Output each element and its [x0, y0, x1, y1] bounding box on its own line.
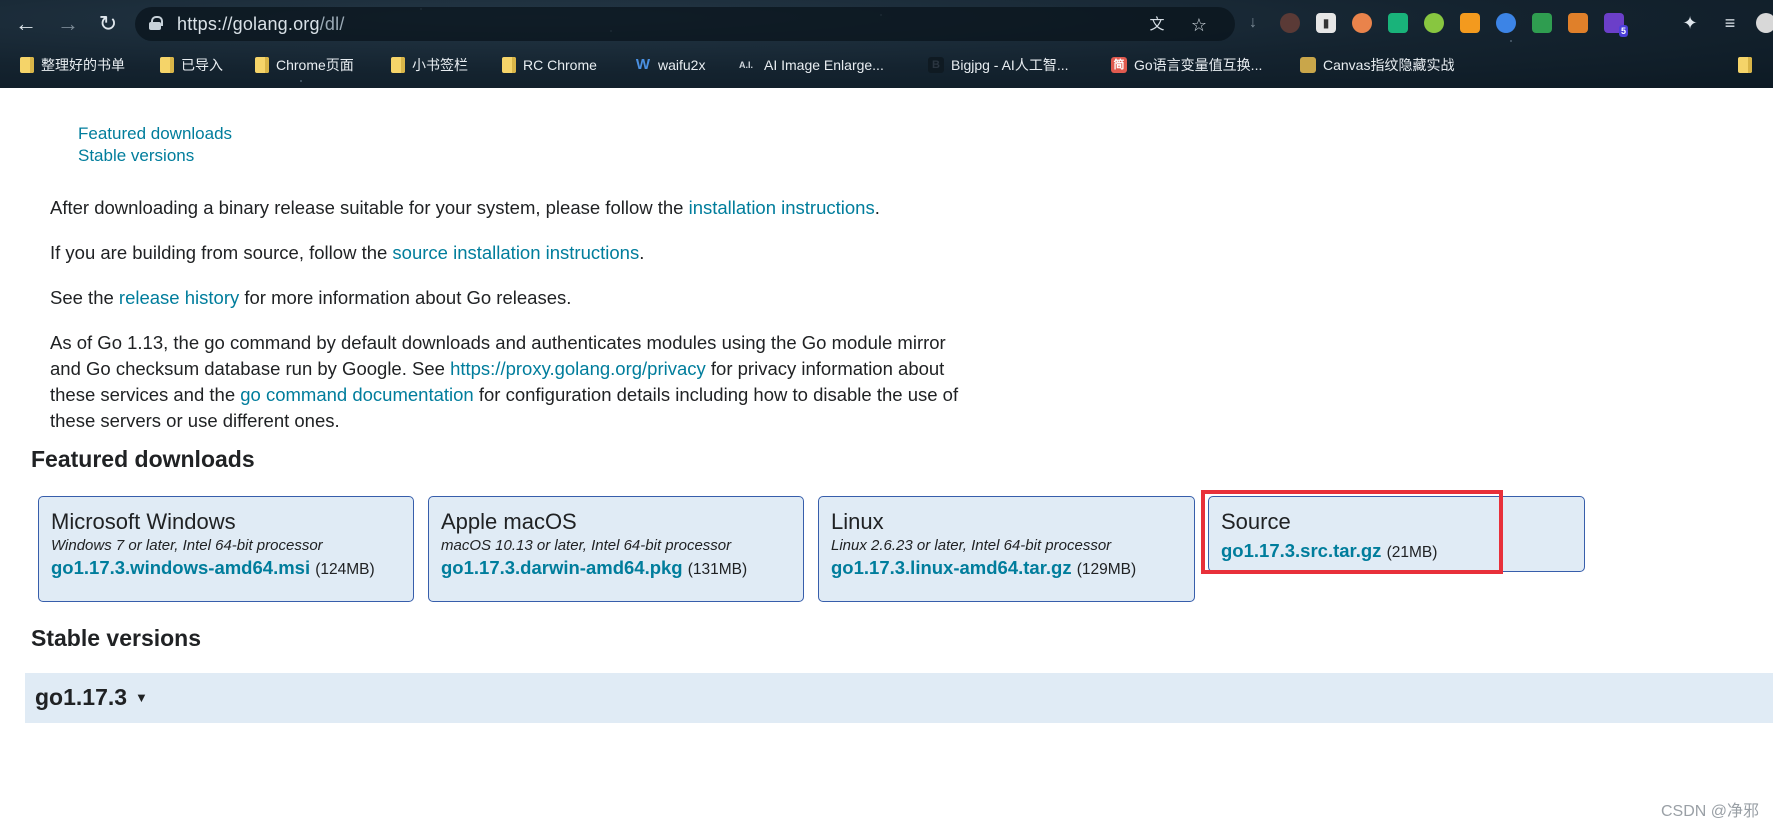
bookmark-item[interactable]: 小书签栏	[391, 54, 468, 76]
go-command-docs-link[interactable]: go command documentation	[240, 384, 473, 405]
bookmark-item[interactable]: Canvas指纹隐藏实战	[1300, 54, 1454, 76]
jianshu-icon: 简	[1111, 57, 1127, 73]
intro-paragraph-install: After downloading a binary release suita…	[50, 197, 880, 218]
tiger-extension-icon[interactable]	[1352, 13, 1372, 33]
extension-badge: 5	[1618, 25, 1628, 37]
file-size: (131MB)	[687, 561, 748, 578]
toc-featured-link[interactable]: Featured downloads	[78, 124, 232, 143]
file-size: (129MB)	[1076, 561, 1137, 578]
card-title: Linux	[831, 509, 884, 534]
card-title: Apple macOS	[441, 509, 577, 534]
rss-icon[interactable]	[1460, 13, 1480, 33]
back-icon[interactable]: ←	[12, 10, 40, 38]
bookmark-label: AI Image Enlarge...	[764, 57, 884, 73]
bookmark-item[interactable]: 简 Go语言变量值互换...	[1111, 54, 1262, 76]
background-star	[300, 80, 302, 82]
address-bar[interactable]: https://golang.org/dl/ 文 ☆	[135, 7, 1235, 41]
media-icon[interactable]: ≡	[1720, 13, 1740, 33]
shield-extension-icon[interactable]: ▮	[1316, 13, 1336, 33]
bookmark-item[interactable]: Chrome页面	[255, 54, 354, 76]
stable-versions-heading: Stable versions	[31, 625, 202, 651]
file-size: (124MB)	[315, 561, 375, 578]
folder-icon	[160, 57, 174, 73]
browser-toolbar: ← → ↻ https://golang.org/dl/ 文 ☆ ↓ ▮ 5 ✦…	[0, 0, 1773, 48]
intro-paragraph-history: See the release history for more informa…	[50, 287, 572, 308]
modules-line: these servers or use different ones.	[50, 410, 340, 431]
pencil-extension-icon[interactable]	[1532, 13, 1552, 33]
forward-icon[interactable]: →	[54, 10, 82, 38]
bookmark-item[interactable]: RC Chrome	[502, 54, 597, 76]
translate-icon[interactable]: 文	[1147, 15, 1167, 35]
bookmark-item[interactable]: B Bigjpg - AI人工智...	[928, 54, 1068, 76]
bookmark-label: waifu2x	[658, 57, 706, 73]
caret-down-icon: ▼	[135, 690, 148, 705]
download-icon[interactable]: ↓	[1243, 13, 1263, 33]
url-text[interactable]: https://golang.org/dl/	[177, 14, 345, 35]
folder-icon	[1738, 57, 1752, 73]
proxy-privacy-link[interactable]: https://proxy.golang.org/privacy	[450, 358, 706, 379]
watermark: CSDN @净邪	[1660, 803, 1759, 820]
intro-paragraph-modules: As of Go 1.13, the go command by default…	[50, 330, 1050, 434]
card-subtitle: Linux 2.6.23 or later, Intel 64-bit proc…	[831, 537, 1112, 554]
waifu2x-icon: W	[635, 56, 651, 73]
save-extension-icon[interactable]	[1388, 13, 1408, 33]
bookmark-label: 小书签栏	[412, 57, 468, 73]
fox-extension-icon[interactable]	[1568, 13, 1588, 33]
version-label: go1.17.3	[35, 684, 128, 710]
intro-paragraph-source: If you are building from source, follow …	[50, 242, 645, 263]
modules-line: these services and the go command docume…	[50, 384, 959, 405]
linux-download-link[interactable]: go1.17.3.linux-amd64.tar.gz	[831, 557, 1072, 578]
bookmark-item[interactable]: 整理好的书单	[20, 54, 125, 76]
diamond-extension-icon[interactable]	[1496, 13, 1516, 33]
bookmark-item[interactable]: Wwaifu2x	[635, 54, 706, 76]
folder-icon	[20, 57, 34, 73]
bookmark-star-icon[interactable]: ☆	[1189, 15, 1209, 35]
ai-enlarger-icon: A.I.	[738, 60, 753, 70]
bookmark-label: Chrome页面	[276, 57, 354, 73]
toc-stable-link[interactable]: Stable versions	[78, 146, 194, 165]
canvas-icon	[1300, 57, 1316, 73]
windows-download-link[interactable]: go1.17.3.windows-amd64.msi	[51, 557, 310, 578]
puzzle-icon[interactable]: ✦	[1680, 13, 1700, 33]
modules-line: As of Go 1.13, the go command by default…	[50, 332, 946, 353]
macos-download-link[interactable]: go1.17.3.darwin-amd64.pkg	[441, 557, 683, 578]
download-card-windows[interactable]: Microsoft Windows Windows 7 or later, In…	[38, 496, 414, 602]
card-title: Microsoft Windows	[51, 509, 236, 534]
version-toggle[interactable]: go1.17.3 ▼	[25, 673, 1773, 723]
modules-line: and Go checksum database run by Google. …	[50, 358, 945, 379]
bookmark-label: Go语言变量值互换...	[1134, 57, 1263, 73]
page-content: Featured downloads Stable versions After…	[0, 88, 1773, 829]
purple-extension-icon[interactable]: 5	[1604, 13, 1628, 37]
reload-icon[interactable]: ↻	[94, 10, 122, 38]
lock-icon	[149, 16, 163, 30]
source-installation-link[interactable]: source installation instructions	[392, 242, 639, 263]
browser-chrome: ← → ↻ https://golang.org/dl/ 文 ☆ ↓ ▮ 5 ✦…	[0, 0, 1773, 88]
bookmark-label: Canvas指纹隐藏实战	[1323, 57, 1455, 73]
release-history-link[interactable]: release history	[119, 287, 239, 308]
bookmark-label: 整理好的书单	[41, 57, 125, 73]
bookmark-label: Bigjpg - AI人工智...	[951, 57, 1069, 73]
folder-icon	[255, 57, 269, 73]
card-subtitle: Windows 7 or later, Intel 64-bit process…	[51, 537, 323, 554]
download-card-linux[interactable]: Linux Linux 2.6.23 or later, Intel 64-bi…	[818, 496, 1195, 602]
highlight-box	[1201, 490, 1503, 574]
folder-icon	[502, 57, 516, 73]
bookmark-label: 已导入	[181, 57, 223, 73]
featured-downloads-heading: Featured downloads	[31, 446, 255, 472]
installation-instructions-link[interactable]: installation instructions	[689, 197, 875, 218]
bookmark-item[interactable]: A.I. AI Image Enlarge...	[735, 54, 884, 76]
extension-icon[interactable]	[1280, 13, 1300, 33]
bookmark-overflow[interactable]	[1738, 54, 1752, 76]
card-subtitle: macOS 10.13 or later, Intel 64-bit proce…	[441, 537, 732, 554]
folder-icon	[391, 57, 405, 73]
bookmarks-bar: 整理好的书单 已导入 Chrome页面 小书签栏 RC Chrome Wwaif…	[0, 52, 1773, 78]
bookmark-label: RC Chrome	[523, 57, 597, 73]
bigjpg-icon: B	[928, 57, 944, 73]
download-card-macos[interactable]: Apple macOS macOS 10.13 or later, Intel …	[428, 496, 804, 602]
table-of-contents: Featured downloads Stable versions	[78, 123, 232, 167]
green-extension-icon[interactable]	[1424, 13, 1444, 33]
bookmark-item[interactable]: 已导入	[160, 54, 223, 76]
avatar[interactable]	[1756, 13, 1773, 33]
